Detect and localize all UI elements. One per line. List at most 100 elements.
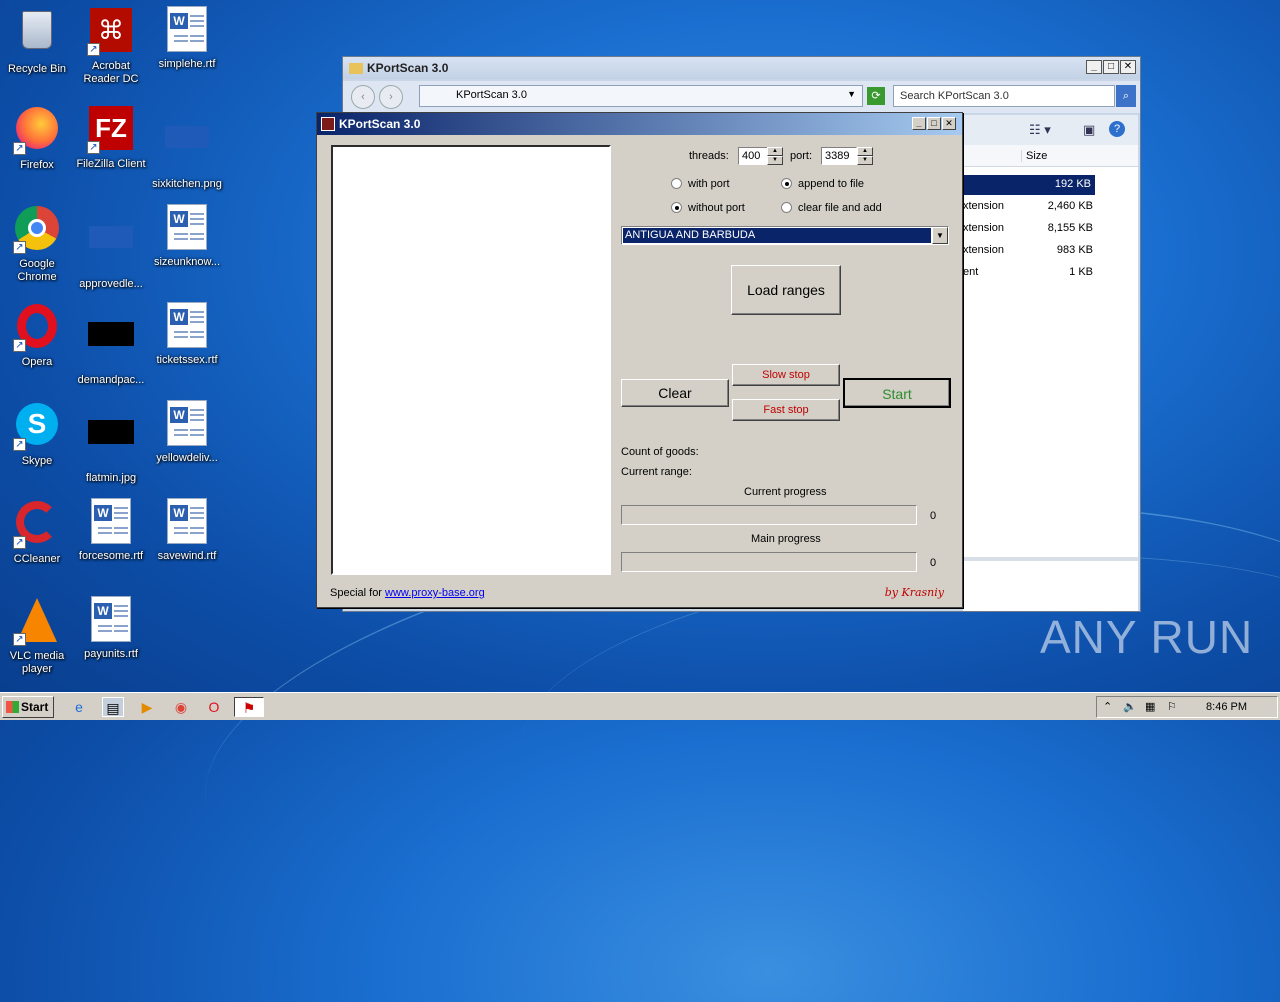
start-button[interactable]: Start	[843, 378, 951, 408]
minimize-button[interactable]: _	[912, 117, 926, 130]
spin-up-icon[interactable]: ▲	[767, 147, 783, 156]
append-to-file-label[interactable]: append to file	[798, 178, 864, 190]
chrome-icon: ↗	[13, 206, 61, 254]
back-button[interactable]: ‹	[351, 85, 375, 109]
desktop-icon-firefox[interactable]: ↗ Firefox	[0, 104, 74, 172]
chrome-taskbar-icon[interactable]: ◉	[170, 697, 192, 717]
country-select[interactable]: ANTIGUA AND BARBUDA ▼	[621, 226, 949, 245]
refresh-button[interactable]: ⟳	[867, 87, 885, 105]
start-button[interactable]: Start	[2, 696, 54, 718]
desktop-icon-demandpac[interactable]: demandpac...	[74, 302, 148, 387]
threads-input[interactable]: 400	[738, 147, 768, 165]
search-icon[interactable]: ⌕	[1116, 85, 1136, 107]
explorer-address-bar: ‹ › KPortScan 3.0 ▼ ⟳ Search KPortScan 3…	[343, 81, 1140, 113]
desktop-icon-yellowdeliv[interactable]: W yellowdeliv...	[150, 400, 224, 465]
explorer-file-list: ☷ ▾ ▣ ? Size 192 KB xtension 2,460 KB xt…	[963, 115, 1138, 611]
spin-down-icon[interactable]: ▼	[857, 156, 873, 165]
opera-taskbar-icon[interactable]: O	[203, 697, 225, 717]
spin-up-icon[interactable]: ▲	[857, 147, 873, 156]
clear-file-label[interactable]: clear file and add	[798, 202, 882, 214]
desktop-icon-acrobat[interactable]: ⌘ ↗ Acrobat Reader DC	[74, 6, 148, 86]
wordpad-doc-icon: W	[163, 6, 211, 54]
volume-icon[interactable]: 🔈	[1123, 700, 1137, 713]
address-field[interactable]: KPortScan 3.0 ▼	[419, 85, 863, 107]
slow-stop-button[interactable]: Slow stop	[732, 364, 840, 386]
ie-icon[interactable]: e	[68, 697, 90, 717]
clock[interactable]: 8:46 PM	[1206, 701, 1247, 713]
wordpad-doc-icon: W	[87, 596, 135, 644]
recycle-bin-icon	[13, 11, 61, 59]
opera-icon: ↗	[13, 304, 61, 352]
file-row[interactable]: xtension 983 KB	[963, 241, 1103, 261]
kportscan-window[interactable]: KPortScan 3.0 _ □ ✕ threads: 400 ▲ ▼ port…	[316, 112, 963, 608]
forward-button[interactable]: ›	[379, 85, 403, 109]
clear-button[interactable]: Clear	[621, 379, 729, 407]
view-options-icon[interactable]: ☷ ▾	[1029, 122, 1051, 138]
close-button[interactable]: ✕	[1120, 60, 1136, 74]
filezilla-icon: FZ ↗	[87, 106, 135, 154]
without-port-radio[interactable]	[671, 202, 682, 213]
close-button[interactable]: ✕	[942, 117, 956, 130]
desktop-icon-savewind[interactable]: W savewind.rtf	[150, 498, 224, 563]
port-label: port:	[790, 150, 813, 162]
special-for-label: Special for www.proxy-base.org	[330, 587, 485, 599]
column-size[interactable]: Size	[1021, 150, 1101, 162]
fast-stop-button[interactable]: Fast stop	[732, 399, 840, 421]
desktop-icon-ccleaner[interactable]: ↗ CCleaner	[0, 498, 74, 566]
maximize-button[interactable]: □	[1103, 60, 1119, 74]
desktop-icon-sizeunknow[interactable]: W sizeunknow...	[150, 204, 224, 269]
current-range-label: Current range:	[621, 466, 692, 478]
main-progress-value: 0	[930, 557, 937, 569]
with-port-label[interactable]: with port	[688, 178, 730, 190]
desktop-icon-skype[interactable]: S ↗ Skype	[0, 400, 74, 468]
desktop-icon-opera[interactable]: ↗ Opera	[0, 302, 74, 369]
firefox-icon: ↗	[13, 107, 61, 155]
file-row[interactable]: ent 1 KB	[963, 263, 1103, 283]
author-signature: by Krasniy	[884, 586, 944, 599]
count-of-goods-label: Count of goods:	[621, 446, 699, 458]
desktop-icon-recycle-bin[interactable]: Recycle Bin	[0, 6, 74, 76]
without-port-label[interactable]: without port	[688, 202, 745, 214]
explorer-taskbar-icon[interactable]: ▤	[102, 697, 124, 717]
minimize-button[interactable]: _	[1086, 60, 1102, 74]
results-listbox[interactable]	[331, 145, 611, 575]
port-spinner[interactable]: ▲ ▼	[857, 147, 873, 165]
desktop-icon-filezilla[interactable]: FZ ↗ FileZilla Client	[74, 104, 148, 171]
with-port-radio[interactable]	[671, 178, 682, 189]
proxy-base-link[interactable]: www.proxy-base.org	[385, 587, 485, 599]
maximize-button[interactable]: □	[927, 117, 941, 130]
desktop-icon-approvedle[interactable]: approvedle...	[74, 204, 148, 291]
preview-pane-icon[interactable]: ▣	[1083, 122, 1095, 138]
chevron-down-icon[interactable]: ▼	[932, 227, 948, 244]
file-row[interactable]: xtension 8,155 KB	[963, 219, 1103, 239]
help-icon[interactable]: ?	[1109, 121, 1125, 137]
action-center-icon[interactable]: ⚐	[1167, 700, 1177, 713]
load-ranges-button[interactable]: Load ranges	[731, 265, 841, 315]
desktop-icon-flatmin[interactable]: flatmin.jpg	[74, 400, 148, 485]
file-row[interactable]: 192 KB	[963, 175, 1095, 195]
file-row[interactable]: xtension 2,460 KB	[963, 197, 1103, 217]
kportscan-titlebar[interactable]: KPortScan 3.0 _ □ ✕	[317, 113, 962, 135]
vlc-icon: ↗	[13, 598, 61, 646]
desktop-icon-sixkitchen[interactable]: sixkitchen.png	[150, 104, 224, 191]
search-input[interactable]: Search KPortScan 3.0	[893, 85, 1115, 107]
media-player-icon[interactable]: ▶	[136, 697, 158, 717]
threads-spinner[interactable]: ▲ ▼	[767, 147, 783, 165]
image-file-icon	[163, 126, 211, 174]
desktop-icon-payunits[interactable]: W payunits.rtf	[74, 596, 148, 661]
append-to-file-radio[interactable]	[781, 178, 792, 189]
port-input[interactable]: 3389	[821, 147, 857, 165]
desktop-icon-forcesome[interactable]: W forcesome.rtf	[74, 498, 148, 563]
spin-down-icon[interactable]: ▼	[767, 156, 783, 165]
desktop-icon-chrome[interactable]: ↗ Google Chrome	[0, 204, 74, 284]
explorer-titlebar[interactable]: KPortScan 3.0 _ □ ✕	[343, 57, 1140, 79]
wordpad-doc-icon: W	[87, 498, 135, 546]
clear-file-radio[interactable]	[781, 202, 792, 213]
show-hidden-icons-icon[interactable]: ⌃	[1103, 700, 1112, 713]
network-icon[interactable]: ▦	[1145, 700, 1155, 713]
chevron-down-icon[interactable]: ▼	[847, 89, 856, 99]
desktop-icon-vlc[interactable]: ↗ VLC media player	[0, 596, 74, 676]
kportscan-taskbar-button[interactable]: ⚑	[234, 697, 264, 717]
desktop-icon-ticketssex[interactable]: W ticketssex.rtf	[150, 302, 224, 367]
desktop-icon-simplehe[interactable]: W simplehe.rtf	[150, 6, 224, 71]
